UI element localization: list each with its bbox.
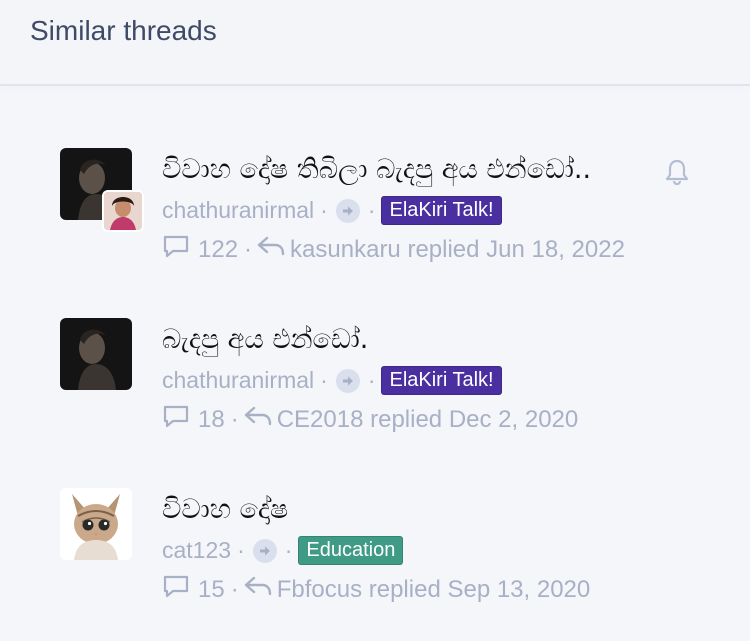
reply-icon — [243, 404, 273, 435]
bell-icon[interactable] — [664, 158, 690, 190]
last-reply-info[interactable]: CE2018 replied Dec 2, 2020 — [277, 406, 579, 434]
thread-item[interactable]: විවාහ දෝෂ cat123 · · Education 15 · Fbfo… — [60, 488, 720, 628]
forum-tag[interactable]: Education — [298, 536, 404, 565]
thread-stats: 122 · kasunkaru replied Jun 18, 2022 — [162, 234, 625, 265]
avatar[interactable] — [60, 318, 132, 390]
comment-icon — [162, 234, 190, 265]
thread-title-link[interactable]: බැදපු අය එන්ඩෝ. — [162, 324, 368, 356]
go-to-thread-icon[interactable] — [335, 198, 360, 223]
last-reply-info[interactable]: kasunkaru replied Jun 18, 2022 — [290, 236, 625, 264]
go-to-thread-icon[interactable] — [335, 368, 360, 393]
forum-tag[interactable]: ElaKiri Talk! — [381, 366, 502, 395]
thread-author-link[interactable]: chathuranirmal — [162, 197, 314, 224]
reply-count: 15 — [198, 575, 225, 603]
last-reply-info[interactable]: Fbfocus replied Sep 13, 2020 — [277, 576, 591, 604]
comment-icon — [162, 574, 190, 605]
last-poster-avatar[interactable] — [102, 190, 144, 232]
thread-meta: chathuranirmal · · ElaKiri Talk! — [162, 196, 502, 225]
thread-stats: 18 · CE2018 replied Dec 2, 2020 — [162, 404, 578, 435]
go-to-thread-icon[interactable] — [252, 538, 277, 563]
thread-meta: cat123 · · Education — [162, 536, 404, 565]
reply-icon — [243, 574, 273, 605]
thread-title-link[interactable]: විවාහ දෝෂ තිබිලා බැදපු අය එන්ඩෝ.. — [162, 154, 591, 186]
reply-count: 122 — [198, 235, 239, 263]
thread-meta: chathuranirmal · · ElaKiri Talk! — [162, 366, 502, 395]
thread-title-link[interactable]: විවාහ දෝෂ — [162, 494, 288, 526]
comment-icon — [162, 404, 190, 435]
section-title: Similar threads — [30, 15, 217, 46]
thread-author-link[interactable]: cat123 — [162, 537, 231, 564]
similar-threads-header: Similar threads — [0, 0, 750, 86]
thread-item[interactable]: විවාහ දෝෂ තිබිලා බැදපු අය එන්ඩෝ.. chathu… — [60, 148, 720, 288]
reply-count: 18 — [198, 405, 225, 433]
reply-icon — [256, 234, 286, 265]
thread-item[interactable]: බැදපු අය එන්ඩෝ. chathuranirmal · · ElaKi… — [60, 318, 720, 458]
thread-stats: 15 · Fbfocus replied Sep 13, 2020 — [162, 574, 590, 605]
forum-tag[interactable]: ElaKiri Talk! — [381, 196, 502, 225]
thread-author-link[interactable]: chathuranirmal — [162, 367, 314, 394]
avatar[interactable] — [60, 488, 132, 560]
